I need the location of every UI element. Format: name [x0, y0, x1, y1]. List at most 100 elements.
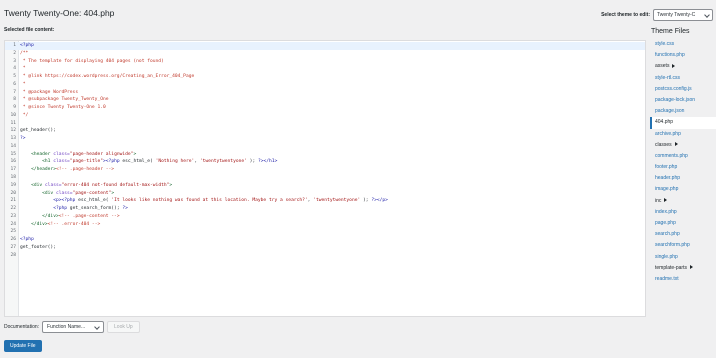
file-tree-label: assets	[655, 63, 670, 70]
code-text: <?php	[20, 236, 34, 244]
code-token: <header	[20, 151, 54, 157]
code-line[interactable]: 23 </div><!-- .page-content -->	[5, 213, 645, 221]
line-number: 22	[10, 206, 16, 212]
file-tree-item[interactable]: searchform.php	[650, 240, 716, 251]
file-tree-item[interactable]: page.php	[650, 218, 716, 229]
file-tree-label: searchform.php	[655, 242, 690, 249]
theme-select[interactable]: Twenty Twenty-C	[653, 9, 713, 21]
line-number: 19	[10, 182, 16, 188]
code-line[interactable]: 12 get_header();	[5, 127, 645, 135]
code-token: <p><?php	[20, 198, 79, 204]
code-line[interactable]: 1 <?php	[5, 42, 645, 50]
file-tree-item[interactable]: package-lock.json	[650, 95, 716, 106]
file-tree-item[interactable]: footer.php	[650, 162, 716, 173]
caret-right-icon	[672, 64, 676, 69]
code-lines[interactable]: 1 <?php 2 /** 3 * The template for displayin…	[5, 42, 645, 259]
file-tree-label: header.php	[655, 175, 681, 182]
code-line[interactable]: 19 <div class="error-404 not-found defau…	[5, 182, 645, 190]
code-token: "error-404 not-found default-max-width"	[61, 182, 170, 188]
file-tree-folder[interactable]: template-parts	[650, 263, 716, 274]
code-line[interactable]: 6 *	[5, 81, 645, 89]
look-up-button[interactable]: Look Up	[107, 321, 140, 333]
code-line[interactable]: 11	[5, 120, 645, 128]
code-line[interactable]: 5 * @link https://codex.wordpress.org/Cr…	[5, 73, 645, 81]
code-line[interactable]: 9 * @since Twenty Twenty-One 1.0	[5, 104, 645, 112]
code-token: ><?php	[103, 159, 123, 165]
code-text: <div class="error-404 not-found default-…	[20, 182, 172, 190]
line-number: 7	[13, 89, 16, 95]
code-token: "page-header alignwide"	[69, 151, 134, 157]
code-line[interactable]: 20 <div class="page-content">	[5, 190, 645, 198]
code-line[interactable]: 8 * @subpackage Twenty_Twenty_One	[5, 96, 645, 104]
code-line[interactable]: 28	[5, 252, 645, 260]
code-line[interactable]: 16 <h1 class="page-title"><?php esc_html…	[5, 158, 645, 166]
code-text: *	[20, 81, 26, 89]
code-token: ?>	[20, 136, 26, 142]
file-tree-folder[interactable]: classes	[650, 140, 716, 151]
code-line[interactable]: 14	[5, 143, 645, 151]
file-tree-item[interactable]: single.php	[650, 252, 716, 263]
code-line[interactable]: 27 get_footer();	[5, 244, 645, 252]
code-line[interactable]: 7 * @package WordPress	[5, 89, 645, 97]
code-text: * @package WordPress	[20, 89, 78, 97]
code-token: );	[246, 159, 258, 165]
code-token: class=	[55, 190, 73, 196]
line-number: 24	[10, 221, 16, 227]
file-tree-item[interactable]: index.php	[650, 207, 716, 218]
code-line[interactable]: 2 /**	[5, 50, 645, 58]
file-tree-item[interactable]: header.php	[650, 173, 716, 184]
caret-right-icon	[674, 142, 678, 147]
line-number: 4	[13, 66, 16, 72]
code-token: </div>	[20, 221, 48, 227]
code-line[interactable]: 13 ?>	[5, 135, 645, 143]
code-line[interactable]: 15 <header class="page-header alignwide"…	[5, 151, 645, 159]
file-tree-item[interactable]: 404.php	[650, 117, 716, 129]
code-text: </div><!-- .page-content -->	[20, 213, 119, 221]
code-line[interactable]: 10 */	[5, 112, 645, 120]
file-tree-item[interactable]: archive.php	[650, 129, 716, 140]
line-number: 17	[10, 167, 16, 173]
line-number: 6	[13, 81, 16, 87]
code-line[interactable]: 26 <?php	[5, 236, 645, 244]
code-line[interactable]: 17 </header><!-- .page-header -->	[5, 166, 645, 174]
line-number: 1	[13, 43, 16, 48]
file-tree-folder[interactable]: inc	[650, 196, 716, 207]
code-token: >	[133, 151, 137, 157]
page-title: Twenty Twenty-One: 404.php	[4, 8, 115, 18]
code-line[interactable]: 3 * The template for displaying 404 page…	[5, 58, 645, 66]
code-editor[interactable]: 1 <?php 2 /** 3 * The template for displayin…	[4, 40, 646, 317]
code-line[interactable]: 21 <p><?php esc_html_e( 'It looks like n…	[5, 197, 645, 205]
line-number: 15	[10, 151, 16, 157]
file-tree-item[interactable]: style.css	[650, 39, 716, 50]
code-token: esc_html_e(	[78, 198, 112, 204]
file-tree-item[interactable]: image.php	[650, 184, 716, 195]
code-line[interactable]: 25	[5, 228, 645, 236]
file-tree-label: inc	[655, 197, 662, 204]
code-token: get_search_form();	[69, 206, 123, 212]
code-line[interactable]: 18	[5, 174, 645, 182]
update-file-button[interactable]: Update File	[4, 340, 42, 352]
code-text: <p><?php esc_html_e( 'It looks like noth…	[20, 197, 388, 205]
code-token: class=	[53, 159, 70, 165]
file-tree-item[interactable]: functions.php	[650, 50, 716, 61]
line-number: 18	[10, 175, 16, 181]
file-tree-label: comments.php	[655, 152, 688, 159]
file-tree-item[interactable]: comments.php	[650, 151, 716, 162]
code-line[interactable]: 22 <?php get_search_form(); ?>	[5, 205, 645, 213]
file-tree-item[interactable]: package.json	[650, 106, 716, 117]
code-token: * @subpackage Twenty_Twenty_One	[20, 97, 109, 103]
caret-right-icon	[664, 198, 668, 203]
code-text: <header class="page-header alignwide">	[20, 151, 136, 159]
chevron-down-icon	[704, 12, 710, 18]
code-token: <?php	[20, 237, 34, 243]
code-text: * @link https://codex.wordpress.org/Crea…	[20, 73, 194, 81]
file-tree-item[interactable]: readme.txt	[650, 274, 716, 285]
file-tree-item[interactable]: search.php	[650, 229, 716, 240]
file-tree-folder[interactable]: assets	[650, 61, 716, 72]
file-tree-item[interactable]: postcss.config.js	[650, 84, 716, 95]
code-line[interactable]: 24 </div><!-- .error-404 -->	[5, 221, 645, 229]
line-number: 13	[10, 136, 16, 142]
file-tree-item[interactable]: style-rtl.css	[650, 73, 716, 84]
code-line[interactable]: 4 *	[5, 65, 645, 73]
function-name-select[interactable]: Function Name...	[42, 321, 105, 333]
